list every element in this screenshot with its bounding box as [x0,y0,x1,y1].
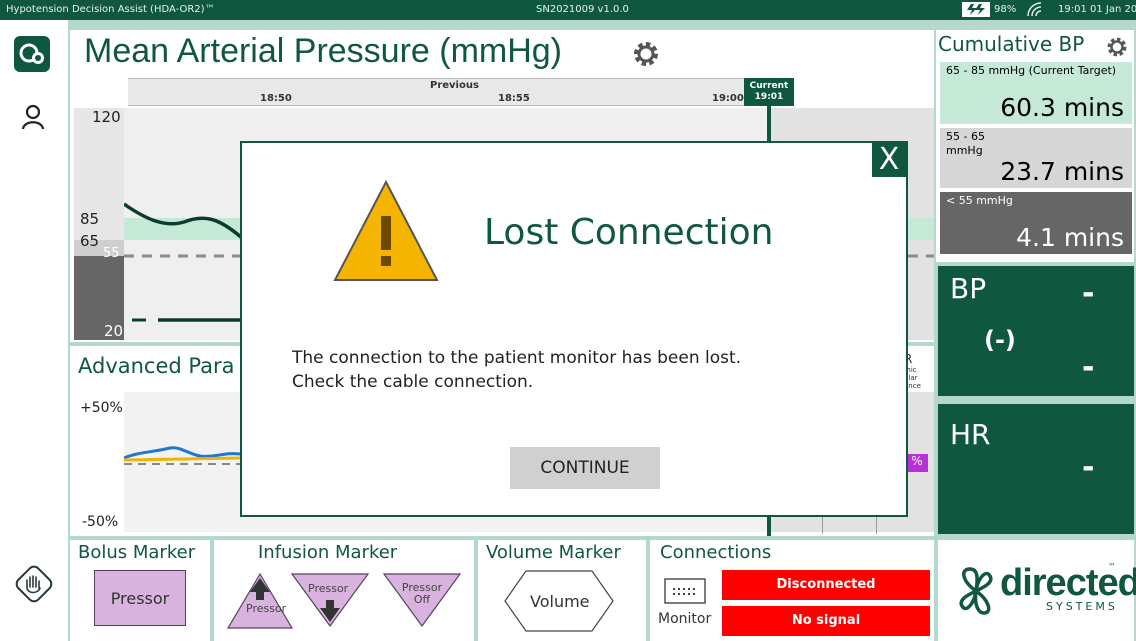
pvr-head: R [904,352,913,366]
cumulative-settings-gear-icon[interactable] [1106,36,1128,62]
infusion-off-line2: Off [413,593,431,606]
pvr-line-2: ular [904,374,918,382]
hr-vitals-panel: HR - [938,404,1134,534]
cum-range-caution-label: 55 - 65 mmHg [946,130,985,157]
map-trace [124,202,244,240]
dialog-title: Lost Connection [484,212,774,253]
logo-tm: ™ [1108,562,1116,571]
directed-logo-mark-icon [959,567,993,615]
cum-range-low-value: 4.1 mins [1016,223,1124,252]
current-time-marker: Current 19:01 [744,78,794,106]
cumulative-bp-title: Cumulative BP [938,32,1084,56]
adv-divider-2 [876,514,877,534]
monitor-label: Monitor [658,611,712,627]
adv-y-top: +50% [80,400,123,416]
infusion-pressor-up-button[interactable]: Pressor [226,572,294,630]
cum-range-low-label: < 55 mmHg [946,194,1013,207]
dialog-message-line2: Check the cable connection. [292,372,534,392]
connections-title: Connections [660,542,772,563]
monitor-connector-icon [664,578,706,604]
pvr-label: R mic ular ance [904,352,932,390]
connection-status-disconnected: Disconnected [722,570,930,600]
adv-y-bottom: -50% [82,514,119,530]
dialog-message: The connection to the patient monitor ha… [292,346,741,394]
infusion-pressor-down-button[interactable]: Pressor [290,572,370,628]
adv-trace-blue [124,446,241,460]
previous-label: Previous [430,80,479,91]
infusion-up-label: Pressor [246,602,287,615]
cum-range-target-value: 60.3 mins [1000,93,1124,122]
bolus-pressor-button[interactable]: Pressor [94,570,186,626]
current-label: Current [749,81,789,91]
cumulative-bp-title-text: Cumulative BP [938,32,1085,56]
bp-diastolic: - [1082,350,1095,385]
infusion-down-label: Pressor [308,582,349,595]
cum-range-caution-value: 23.7 mins [1000,157,1124,186]
hand-stop-icon[interactable] [10,560,58,608]
volume-label: Volume [530,592,590,611]
serial-number: SN2021009 v1.0.0 [536,4,629,15]
user-icon[interactable] [20,104,46,130]
y-label-85: 85 [80,210,100,228]
warning-triangle-icon [332,178,440,284]
cum-range-target-label: 65 - 85 mmHg (Current Target) [946,64,1117,77]
y-label-20: 20 [104,322,124,340]
bp-label: BP [950,272,987,305]
infusion-marker-title: Infusion Marker [258,542,398,563]
dialog-close-button[interactable]: X [872,143,906,177]
connection-status-no-signal: No signal [722,606,930,636]
advanced-params-title: Advanced Para [78,354,235,378]
y-label-55: 55 [103,246,120,261]
adv-divider-1 [822,514,823,534]
hda-app-icon[interactable] [14,36,50,72]
hr-label: HR [950,418,991,451]
advanced-trend-plot [124,446,244,465]
time-axis-bar: Previous 18:50 18:55 19:00 [128,78,768,106]
current-time: 19:01 [754,92,784,102]
hr-value: - [1082,450,1095,485]
bp-systolic: - [1082,276,1095,311]
time-tick-1850: 18:50 [260,93,292,104]
adv-trace-yellow [124,456,241,462]
app-name: Hypotension Decision Assist (HDA-OR2)™ [6,4,215,15]
pvr-line-3: ance [904,382,921,390]
dialog-message-line1: The connection to the patient monitor ha… [292,348,742,368]
wifi-icon [1026,1,1044,20]
map-settings-gear-icon[interactable] [632,40,660,72]
infusion-pressor-off-button[interactable]: Pressor Off [382,572,462,628]
cum-range-low: < 55 mmHg 4.1 mins [940,192,1132,254]
time-tick-1855: 18:55 [498,93,530,104]
y-label-65: 65 [80,232,100,250]
battery-percent: 98% [994,4,1017,15]
continue-button[interactable]: CONTINUE [510,447,660,489]
map-title: Mean Arterial Pressure (mmHg) [84,32,562,71]
y-label-120: 120 [92,108,121,126]
map-title-text: Mean Arterial Pressure (mmHg) [84,32,563,70]
bolus-marker-title: Bolus Marker [78,542,196,563]
top-status-bar: Hypotension Decision Assist (HDA-OR2)™ S… [0,0,1136,20]
cum-range-caution: 55 - 65 mmHg 23.7 mins [940,128,1132,188]
battery-icon [962,2,990,17]
infusion-off-label: Pressor Off [400,582,444,606]
logo-sub: SYSTEMS [1046,600,1118,613]
volume-button[interactable]: Volume [504,570,614,632]
time-tick-1900: 19:00 [712,93,744,104]
bp-vitals-panel: BP - (-) - [938,266,1134,396]
date-time: 19:01 01 Jan 2021 [1058,4,1136,15]
volume-marker-title: Volume Marker [486,542,621,563]
bp-mean: (-) [984,326,1016,354]
directed-systems-logo: directed ™ SYSTEMS [956,560,1136,620]
cum-range-target: 65 - 85 mmHg (Current Target) 60.3 mins [940,62,1132,124]
percent-badge: % [906,454,928,472]
pvr-line-1: mic [904,366,917,374]
